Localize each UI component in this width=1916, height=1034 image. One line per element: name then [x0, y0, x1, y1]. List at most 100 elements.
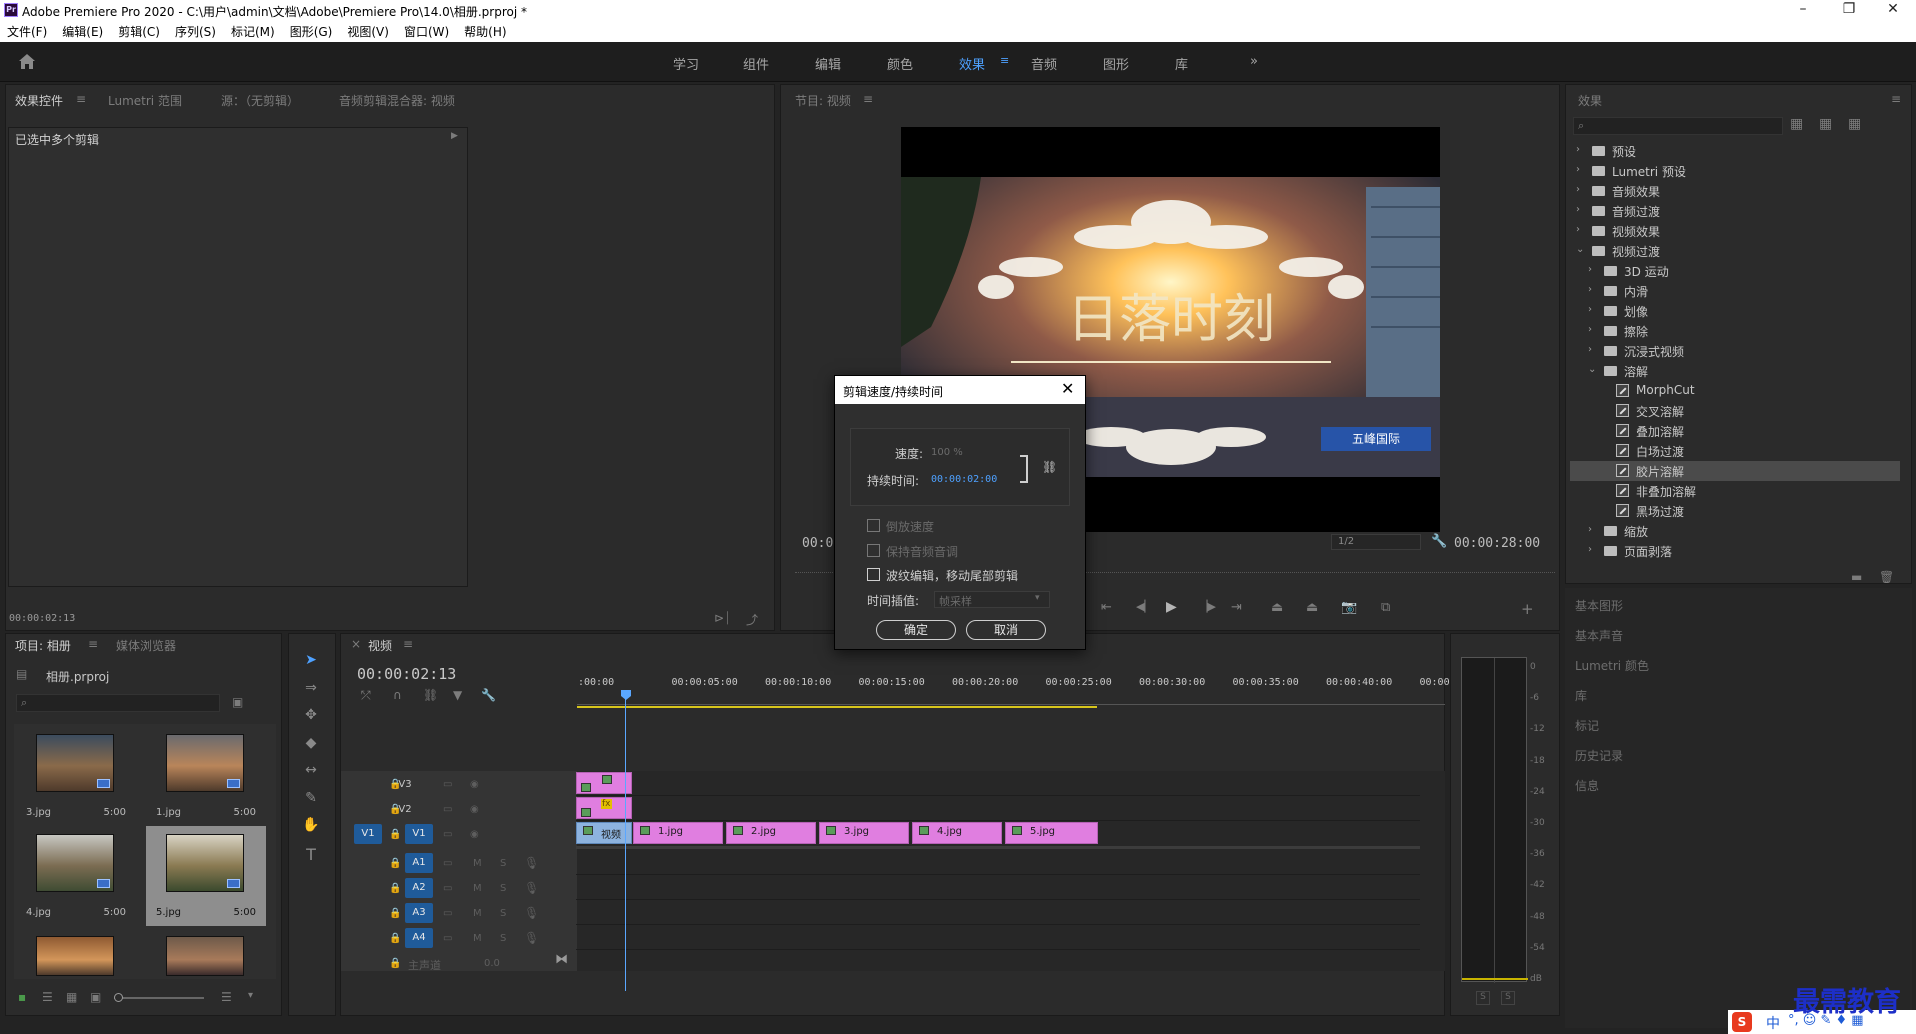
track-lock-icon[interactable]: 🔒: [389, 858, 401, 869]
chevron-right-icon[interactable]: ›: [1588, 524, 1592, 535]
chevron-right-icon[interactable]: ›: [1588, 324, 1592, 335]
compare-icon[interactable]: ⧉: [1381, 600, 1390, 615]
project-item-selected[interactable]: 5.jpg 5:00: [146, 826, 266, 926]
play-icon[interactable]: ▶: [1166, 599, 1177, 615]
track-lock-icon[interactable]: 🔒: [389, 933, 401, 944]
mute-button[interactable]: M: [473, 933, 482, 944]
add-button-icon[interactable]: +: [1521, 600, 1534, 618]
nest-icon[interactable]: ⤱: [361, 688, 371, 703]
effects-tree-item[interactable]: › 划像: [1570, 301, 1900, 321]
clip-v3[interactable]: [576, 772, 632, 794]
zoom-select[interactable]: 1/2: [1331, 534, 1421, 550]
step-back-icon[interactable]: ◀▏: [1136, 600, 1153, 613]
master-volume-value[interactable]: 0.0: [484, 958, 500, 969]
32bit-effects-icon[interactable]: ▦: [1819, 116, 1832, 132]
wrench-icon[interactable]: 🔧: [1431, 534, 1447, 549]
razor-tool-icon[interactable]: ◆: [300, 735, 322, 755]
effects-menu-icon[interactable]: ≡: [1891, 92, 1901, 106]
track-label-a3[interactable]: A3: [405, 903, 433, 923]
chevron-right-icon[interactable]: ›: [1588, 284, 1592, 295]
ok-button[interactable]: 确定: [876, 620, 956, 640]
tab-project[interactable]: 项目: 相册: [15, 637, 71, 654]
camera-icon[interactable]: 📷: [1341, 600, 1357, 615]
effects-tree-item[interactable]: › 沉浸式视频: [1570, 341, 1900, 361]
track-lock-icon[interactable]: 🔒: [389, 779, 401, 790]
workspace-more-icon[interactable]: »: [1250, 54, 1258, 69]
maintain-pitch-checkbox[interactable]: [867, 544, 880, 557]
filter-icon[interactable]: ⊳⏐: [714, 611, 731, 626]
tab-project-menu-icon[interactable]: ≡: [88, 637, 98, 651]
solo-button[interactable]: S: [500, 858, 506, 869]
effects-tree-item[interactable]: › 缩放: [1570, 521, 1900, 541]
timeline-menu-icon[interactable]: ≡: [403, 637, 413, 651]
workspace-color[interactable]: 颜色: [887, 54, 913, 73]
type-tool-icon[interactable]: T: [300, 845, 322, 865]
chevron-right-icon[interactable]: ›: [1588, 264, 1592, 275]
project-search-input[interactable]: ⌕: [16, 694, 220, 712]
work-area-bar[interactable]: [577, 706, 1097, 708]
tab-effect-controls[interactable]: 效果控件: [15, 92, 63, 109]
voice-over-mic-icon[interactable]: 🎙: [524, 856, 539, 870]
expand-arrow-icon[interactable]: ▶: [451, 131, 458, 141]
chevron-right-icon[interactable]: ›: [1576, 224, 1580, 235]
sort-dropdown-icon[interactable]: ▾: [248, 990, 253, 1001]
accelerated-effects-icon[interactable]: ▦: [1790, 116, 1803, 132]
chevron-right-icon[interactable]: ›: [1588, 544, 1592, 555]
panel-essential-sound[interactable]: 基本声音: [1575, 627, 1623, 644]
track-sync-icon[interactable]: ▭: [443, 883, 452, 894]
menu-graphics[interactable]: 图形(G): [283, 20, 341, 40]
lock-icon[interactable]: ▪: [18, 990, 26, 1004]
clip-thumbnail[interactable]: [166, 936, 244, 976]
sogou-logo-icon[interactable]: S: [1732, 1012, 1752, 1032]
cancel-button[interactable]: 取消: [966, 620, 1046, 640]
speed-value[interactable]: 100 %: [931, 447, 963, 458]
extract-icon[interactable]: ⏏: [1306, 600, 1318, 615]
menu-sequence[interactable]: 序列(S): [168, 20, 224, 40]
track-lock-icon[interactable]: 🔒: [389, 883, 401, 894]
menu-clip[interactable]: 剪辑(C): [111, 20, 168, 40]
linked-selection-icon[interactable]: ⛓: [423, 688, 438, 702]
clip-3-jpg[interactable]: 3.jpg: [819, 822, 909, 844]
workspace-audio[interactable]: 音频: [1031, 54, 1057, 73]
workspace-graphics[interactable]: 图形: [1103, 54, 1129, 73]
timeline-timecode[interactable]: 00:00:02:13: [357, 665, 456, 683]
list-view-icon[interactable]: ☰: [42, 990, 53, 1004]
step-forward-icon[interactable]: ▕▶: [1199, 600, 1216, 613]
effects-tree-item[interactable]: 叠加溶解: [1570, 421, 1900, 441]
chevron-down-icon[interactable]: ⌄: [1588, 364, 1596, 375]
effects-tree-item[interactable]: › 音频效果: [1570, 181, 1900, 201]
menu-marker[interactable]: 标记(M): [224, 20, 283, 40]
mute-button[interactable]: M: [473, 858, 482, 869]
hand-tool-icon[interactable]: ✋: [300, 817, 322, 837]
track-sync-icon[interactable]: ▭: [443, 908, 452, 919]
freeform-view-icon[interactable]: ▣: [90, 990, 101, 1004]
clip-2-jpg[interactable]: 2.jpg: [726, 822, 816, 844]
effects-tree-item[interactable]: › 3D 运动: [1570, 261, 1900, 281]
menu-help[interactable]: 帮助(H): [457, 20, 514, 40]
track-select-tool-icon[interactable]: ⇒: [300, 680, 322, 700]
playhead-line[interactable]: [625, 697, 626, 991]
track-lock-icon[interactable]: 🔒: [389, 804, 401, 815]
voice-over-mic-icon[interactable]: 🎙: [524, 931, 539, 945]
chevron-right-icon[interactable]: ›: [1588, 344, 1592, 355]
reverse-speed-checkbox[interactable]: [867, 519, 880, 532]
track-sync-icon[interactable]: ▭: [443, 779, 452, 790]
solo-button[interactable]: S: [500, 883, 506, 894]
timeline-scroll-end-icon[interactable]: ⧓: [555, 952, 568, 967]
link-chain-icon[interactable]: ⛓: [1042, 460, 1057, 474]
tab-media-browser[interactable]: 媒体浏览器: [116, 637, 176, 654]
toggle-output-eye-icon[interactable]: ◉: [470, 829, 479, 840]
project-item[interactable]: 4.jpg 5:00: [16, 826, 136, 926]
go-to-out-icon[interactable]: ⇥: [1231, 600, 1242, 615]
voice-over-mic-icon[interactable]: 🎙: [524, 906, 539, 920]
effects-tree-item[interactable]: ⌄ 视频过渡: [1570, 241, 1900, 261]
snap-icon[interactable]: ∩: [393, 688, 402, 702]
effects-tree-item[interactable]: ⌄ 溶解: [1570, 361, 1900, 381]
home-icon[interactable]: [18, 53, 36, 70]
effects-tree-item[interactable]: › 视频效果: [1570, 221, 1900, 241]
export-frame-icon[interactable]: ⤴: [746, 611, 758, 628]
tab-lumetri-scopes[interactable]: Lumetri 范围: [108, 92, 182, 109]
solo-button[interactable]: S: [500, 908, 506, 919]
zoom-slider-handle[interactable]: [114, 993, 123, 1002]
clip-5-jpg[interactable]: 5.jpg: [1005, 822, 1098, 844]
